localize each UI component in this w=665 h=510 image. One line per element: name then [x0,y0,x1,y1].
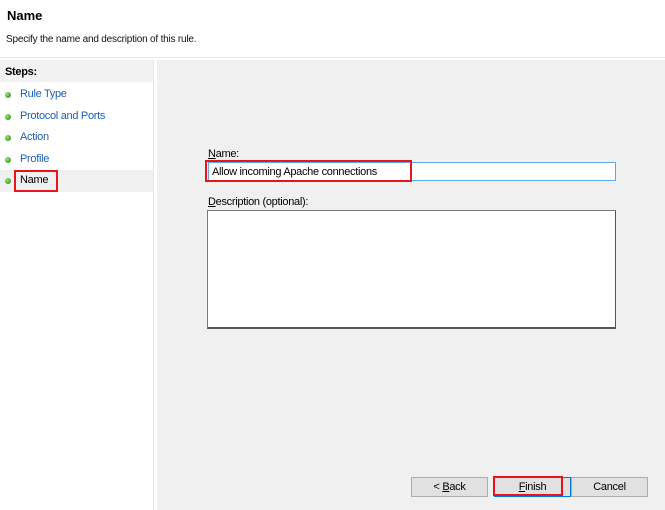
wizard-header: Name Specify the name and description of… [0,0,665,55]
step-rule-type[interactable]: Rule Type [0,84,153,106]
steps-header: Steps: [0,60,153,82]
description-label-text: escription (optional): [215,196,309,208]
back-text: ack [449,481,466,493]
steps-title: Steps: [5,66,37,78]
description-label: Description (optional): [208,196,308,208]
page-subtitle: Specify the name and description of this… [6,34,197,45]
back-prefix: < [433,481,443,493]
step-name-highlight [14,170,58,192]
steps-panel: Steps: Rule Type Protocol and Ports Acti… [0,60,154,510]
header-divider [0,57,665,58]
step-action[interactable]: Action [0,127,153,149]
name-label: Name: [208,148,239,160]
step-label: Rule Type [20,88,67,100]
back-button[interactable]: < Back [411,477,488,497]
name-label-text: ame: [215,148,240,160]
step-complete-icon [5,135,11,141]
description-label-mnemonic: D [208,196,216,208]
step-label: Profile [20,153,50,165]
step-label: Protocol and Ports [20,110,106,122]
description-textarea[interactable] [207,210,616,329]
step-complete-icon [5,157,11,163]
name-input-highlight [205,160,412,182]
step-complete-icon [5,92,11,98]
step-profile[interactable]: Profile [0,149,153,171]
cancel-button[interactable]: Cancel [571,477,648,497]
finish-button-highlight [493,476,563,496]
step-label: Action [20,131,49,143]
step-protocol-and-ports[interactable]: Protocol and Ports [0,106,153,128]
name-label-mnemonic: N [208,148,216,160]
page-title: Name [7,8,43,23]
step-complete-icon [5,114,11,120]
step-current-icon [5,178,11,184]
